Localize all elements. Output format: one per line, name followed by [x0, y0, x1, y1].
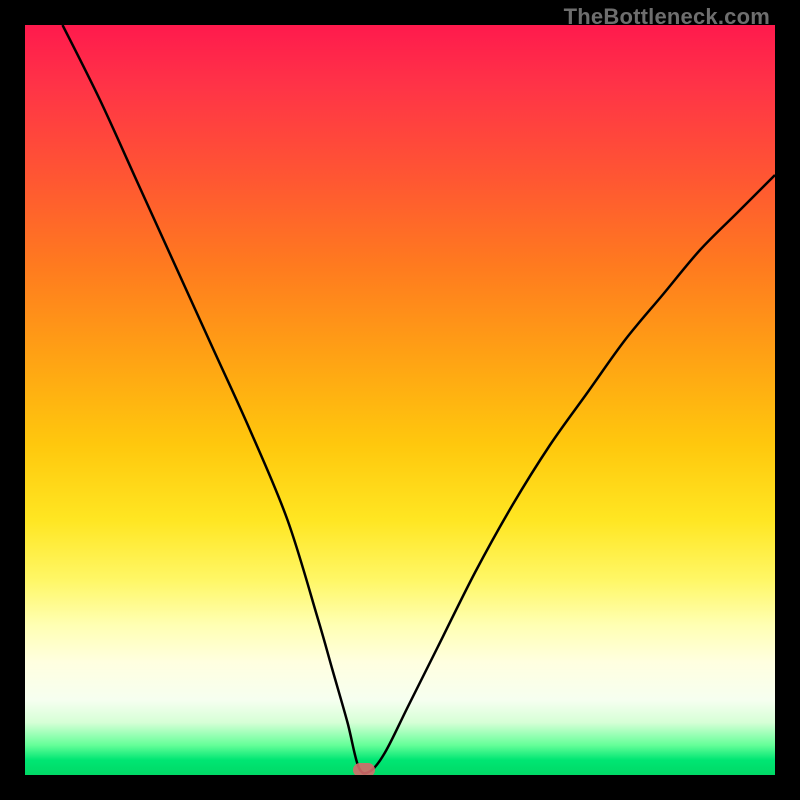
min-marker	[353, 763, 375, 775]
watermark-text: TheBottleneck.com	[564, 4, 770, 30]
chart-frame: TheBottleneck.com	[0, 0, 800, 800]
plot-area	[25, 25, 775, 775]
curve-svg	[25, 25, 775, 775]
curve-path	[63, 25, 776, 773]
